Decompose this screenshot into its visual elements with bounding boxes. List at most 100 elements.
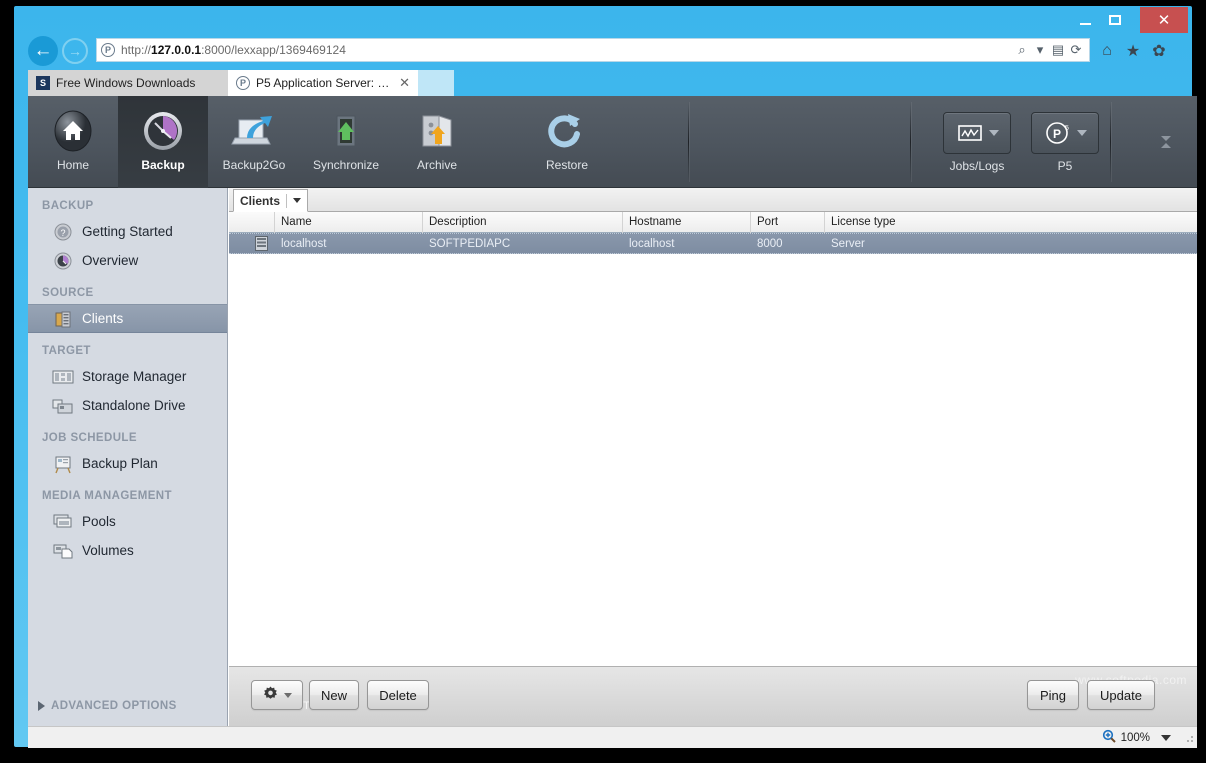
cell-license-type: Server — [831, 237, 865, 250]
table-row[interactable]: localhost SOFTPEDIAPC localhost 8000 Ser… — [229, 233, 1197, 254]
back-button[interactable]: ← — [28, 36, 58, 66]
address-input[interactable]: P http://127.0.0.1:8000/lexxapp/13694691… — [96, 38, 1090, 62]
toolbar-item-synchronize[interactable]: Synchronize — [300, 96, 392, 188]
forward-button[interactable]: → — [62, 38, 88, 64]
toolbar-item-label: Synchronize — [312, 158, 380, 172]
forward-arrow-icon: → — [68, 43, 82, 59]
toolbar-item-label: Backup2Go — [222, 158, 286, 172]
cell-port: 8000 — [757, 237, 783, 250]
column-header-hostname[interactable]: Hostname — [623, 211, 751, 233]
sidebar-heading-source: SOURCE — [42, 287, 94, 299]
svg-text:P: P — [1053, 127, 1061, 141]
storage-grid-icon — [52, 367, 74, 387]
browser-tab-0[interactable]: S Free Windows Downloads — [28, 70, 228, 96]
sidebar-item-getting-started[interactable]: ? Getting Started — [28, 217, 227, 246]
chart-icon — [955, 121, 985, 145]
p5-application: Home Backup Backup2Go Synchronize Archiv… — [28, 96, 1197, 726]
new-button[interactable]: New — [309, 680, 359, 710]
row-server-small-icon — [229, 233, 275, 254]
table-header-row: Name Description Hostname Port License t… — [229, 211, 1197, 233]
sidebar-heading-target: TARGET — [42, 345, 91, 357]
toolbar-item-p5[interactable]: P 5 P5 — [1021, 96, 1109, 188]
sidebar-item-standalone-drive[interactable]: Standalone Drive — [28, 391, 227, 420]
page-favicon-icon: P — [101, 43, 115, 57]
chevron-down-icon[interactable] — [284, 692, 292, 698]
toolbar-collapse-toggle[interactable] — [1155, 130, 1177, 154]
tab-favicon-icon: P — [236, 76, 250, 90]
toolbar-item-jobs-logs[interactable]: Jobs/Logs — [933, 96, 1021, 188]
zoom-control[interactable]: 100% — [1102, 729, 1171, 746]
minimize-button[interactable] — [1070, 9, 1100, 31]
chevron-down-icon[interactable] — [293, 198, 302, 203]
sidebar-item-storage-manager[interactable]: Storage Manager — [28, 362, 227, 391]
refresh-icon[interactable]: ⟳ — [1067, 40, 1085, 60]
cell-name: localhost — [281, 237, 327, 250]
search-icon[interactable]: ⌕ — [1013, 40, 1031, 60]
home-icon[interactable]: ⌂ — [1096, 40, 1118, 62]
toolbar-separator — [688, 102, 689, 182]
settings-gear-icon[interactable]: ✿ — [1148, 40, 1170, 62]
toolbar-item-home[interactable]: Home — [28, 96, 118, 188]
cell-hostname: localhost — [629, 237, 675, 250]
tape-stack-icon — [52, 512, 74, 532]
address-bar-row: ← → P http://127.0.0.1:8000/lexxapp/1369… — [14, 34, 1192, 68]
toolbar-item-label: Home — [56, 158, 89, 172]
jobs-logs-split-button[interactable] — [943, 112, 1011, 154]
favorites-star-icon[interactable]: ★ — [1122, 40, 1144, 62]
sidebar-item-label: Clients — [82, 311, 124, 326]
toolbar-separator — [1110, 102, 1111, 182]
column-header-port[interactable]: Port — [751, 211, 825, 233]
sidebar-item-clients[interactable]: Clients — [28, 304, 227, 333]
delete-button[interactable]: Delete — [367, 680, 429, 710]
gear-menu-button[interactable] — [251, 680, 303, 710]
browser-tab-strip: S Free Windows Downloads P P5 Applicatio… — [28, 70, 1178, 96]
tab-label: Free Windows Downloads — [56, 76, 196, 90]
update-button[interactable]: Update — [1087, 680, 1155, 710]
maximize-icon — [1109, 15, 1121, 25]
column-header-license-type[interactable]: License type — [825, 212, 1197, 233]
maximize-button[interactable] — [1100, 9, 1130, 31]
resize-grip[interactable] — [1183, 731, 1195, 744]
sidebar-heading-media-management: MEDIA MANAGEMENT — [42, 490, 172, 502]
toolbar-item-label: P5 — [1057, 159, 1073, 173]
sidebar-item-volumes[interactable]: Volumes — [28, 536, 227, 565]
url-text: http://127.0.0.1:8000/lexxapp/1369469124 — [121, 43, 346, 57]
toolbar-right-group: Jobs/Logs P 5 P5 — [933, 96, 1109, 188]
sidebar-item-overview[interactable]: Overview — [28, 246, 227, 275]
chevron-down-icon[interactable] — [1161, 734, 1171, 741]
tab-clients[interactable]: Clients — [233, 189, 309, 212]
chevron-down-icon[interactable] — [989, 130, 999, 136]
browser-window: ✕ ← → P http://127.0.0.1:8000/lexxapp/13… — [14, 6, 1197, 748]
sidebar-item-backup-plan[interactable]: Backup Plan — [28, 449, 227, 478]
titlebar: ✕ — [14, 6, 1192, 36]
column-header-description[interactable]: Description — [423, 211, 623, 233]
p5-main-toolbar: Home Backup Backup2Go Synchronize Archiv… — [28, 96, 1197, 188]
column-header-icon[interactable] — [229, 211, 275, 233]
chevron-down-icon[interactable] — [1077, 130, 1087, 136]
browser-tab-1[interactable]: P P5 Application Server: SOFT... ✕ — [228, 70, 418, 96]
toolbar-item-label: Jobs/Logs — [949, 159, 1005, 173]
sidebar-item-label: Getting Started — [82, 224, 173, 239]
sidebar-item-label: Standalone Drive — [82, 398, 186, 413]
p5-split-button[interactable]: P 5 — [1031, 112, 1099, 154]
toolbar-item-archive[interactable]: Archive — [392, 96, 482, 188]
toolbar-item-restore[interactable]: Restore — [522, 96, 612, 188]
column-header-name[interactable]: Name — [275, 211, 423, 233]
chevron-down-icon[interactable]: ▾ — [1031, 40, 1049, 60]
compatibility-view-icon[interactable]: ▤ — [1049, 40, 1067, 60]
sidebar-item-pools[interactable]: Pools — [28, 507, 227, 536]
ping-button[interactable]: Ping — [1027, 680, 1079, 710]
tab-close-icon[interactable]: ✕ — [399, 75, 410, 91]
toolbar-item-backup[interactable]: Backup — [118, 96, 208, 188]
close-window-button[interactable]: ✕ — [1140, 7, 1188, 33]
sidebar-item-label: Pools — [82, 514, 116, 529]
gear-icon — [262, 685, 279, 705]
cell-description: SOFTPEDIAPC — [429, 237, 511, 250]
toolbar-item-backup2go[interactable]: Backup2Go — [208, 96, 300, 188]
browser-status-bar: 100% — [28, 726, 1197, 748]
p5-logo-icon: P 5 — [1043, 121, 1073, 145]
chevron-up-icon — [1161, 143, 1171, 148]
toolbar-item-label: Restore — [545, 158, 589, 172]
sidebar-advanced-options[interactable]: ADVANCED OPTIONS — [28, 700, 227, 712]
new-tab-button[interactable] — [418, 70, 454, 96]
